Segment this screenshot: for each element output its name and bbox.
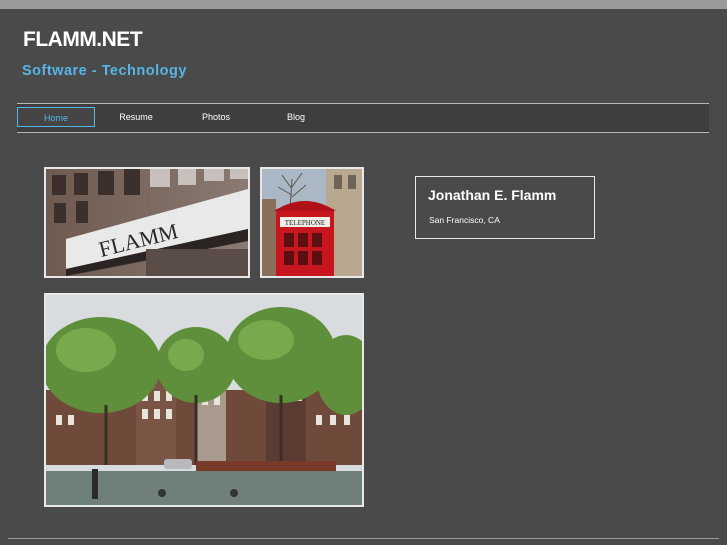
storefront-image: FLAMM — [46, 169, 248, 276]
canal-image — [46, 295, 362, 505]
profile-location: San Francisco, CA — [429, 215, 500, 225]
phonebooth-image: TELEPHONE — [262, 169, 362, 276]
nav-item-home[interactable]: Home — [17, 107, 95, 127]
photo-storefront[interactable]: FLAMM — [44, 167, 250, 278]
nav-item-photos[interactable]: Photos — [177, 107, 255, 127]
main-nav: Home Resume Photos Blog — [17, 103, 709, 133]
phonebooth-sign-text: TELEPHONE — [285, 219, 325, 227]
photo-phonebooth[interactable]: TELEPHONE — [260, 167, 364, 278]
top-bar — [0, 0, 727, 9]
nav-item-blog[interactable]: Blog — [257, 107, 335, 127]
footer-divider — [8, 538, 719, 539]
profile-card: Jonathan E. Flamm San Francisco, CA — [415, 176, 595, 239]
photo-canal[interactable] — [44, 293, 364, 507]
site-tagline: Software - Technology — [22, 63, 187, 79]
nav-item-resume[interactable]: Resume — [97, 107, 175, 127]
site-title[interactable]: FLAMM.NET — [23, 28, 143, 52]
profile-name: Jonathan E. Flamm — [428, 187, 557, 203]
